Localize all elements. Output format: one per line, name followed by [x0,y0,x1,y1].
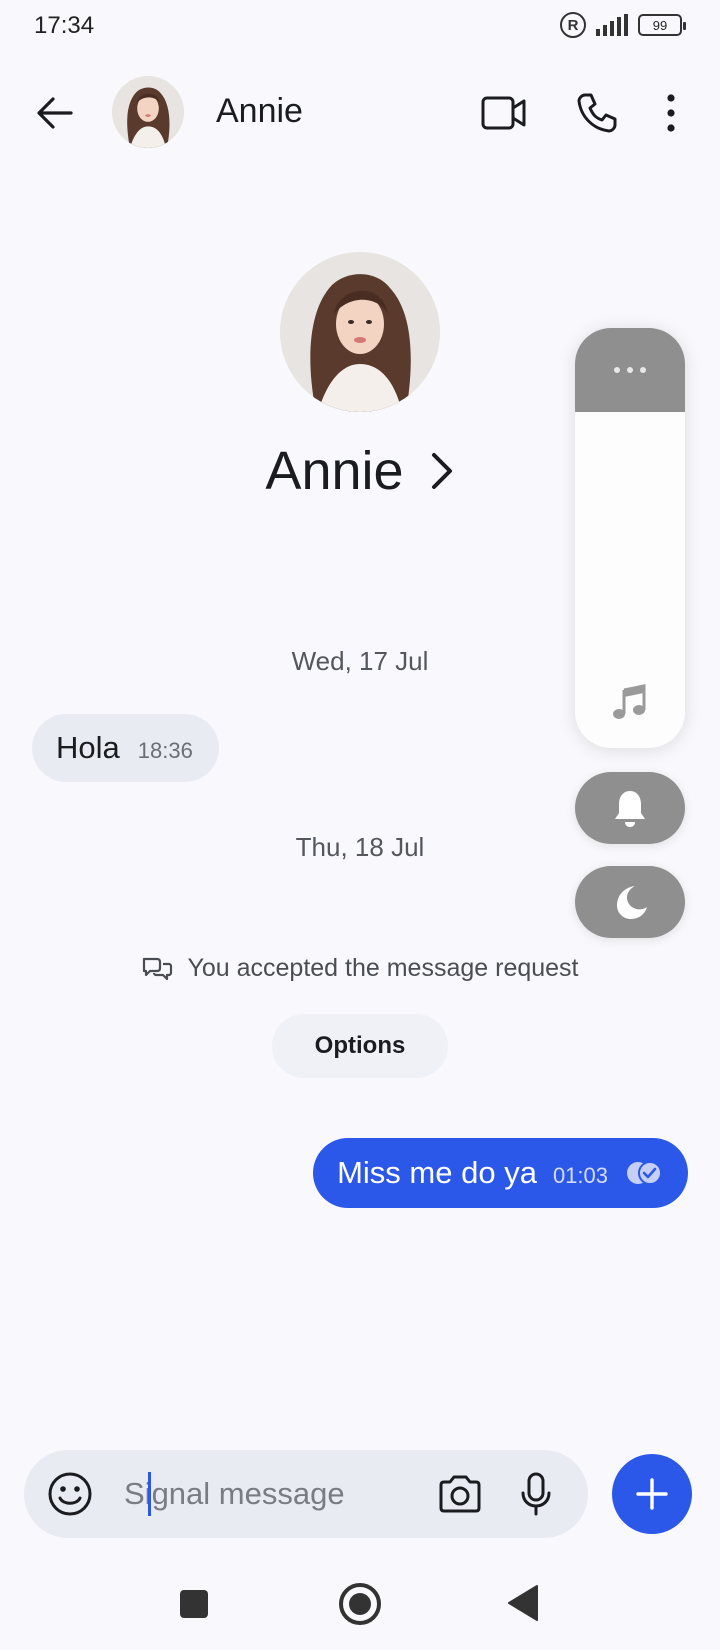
video-camera-icon [481,96,526,130]
emoji-icon [48,1472,92,1516]
volume-panel-header[interactable] [575,328,685,412]
bell-icon [615,791,645,827]
phone-icon [577,93,617,133]
outgoing-message-bubble[interactable]: Miss me do ya 01:03 [313,1138,688,1208]
message-time: 18:36 [137,738,193,763]
options-button[interactable]: Options [272,1014,448,1078]
music-note-icon [613,684,646,719]
video-call-button[interactable] [476,88,532,138]
plus-icon [636,1478,668,1510]
system-notice-text: You accepted the message request [187,954,579,982]
message-time: 01:03 [552,1163,608,1188]
signal-icon [596,14,628,36]
message-text: Miss me do ya [337,1155,537,1190]
moon-icon [617,886,647,919]
square-icon [180,1590,208,1618]
text-cursor [148,1472,151,1516]
more-vertical-icon [667,94,675,132]
camera-button[interactable] [436,1470,484,1518]
triangle-back-icon [508,1585,538,1621]
more-horizontal-icon [614,367,646,373]
emoji-button[interactable] [46,1470,94,1518]
battery-icon: 99 [638,14,686,36]
chevron-right-icon [431,453,452,489]
voice-note-button[interactable] [514,1470,558,1518]
status-time: 17:34 [34,12,95,39]
system-notice: You accepted the message request [0,954,720,983]
chat-bubbles-icon [143,957,173,980]
header-contact-name[interactable]: Annie [216,92,303,131]
contact-avatar[interactable] [112,76,184,148]
ringer-toggle[interactable] [575,772,685,844]
message-text: Hola [56,730,120,765]
more-options-button[interactable] [656,88,686,138]
profile-name: Annie [265,441,404,501]
camera-icon [439,1475,481,1513]
recents-button[interactable] [172,1582,216,1626]
microphone-icon [521,1472,551,1516]
volume-panel[interactable] [575,328,685,748]
registered-icon: R [560,12,586,38]
avatar-photo-icon [112,76,184,148]
voice-call-button[interactable] [572,88,622,138]
back-nav-button[interactable] [500,1580,546,1626]
message-composer [24,1450,588,1538]
battery-level: 99 [652,17,668,33]
system-navigation-bar [0,1568,720,1638]
back-button[interactable] [30,88,80,138]
home-circle-icon [339,1583,381,1625]
status-icons: R 99 [560,12,686,38]
message-input[interactable] [124,1470,444,1518]
arrow-left-icon [37,97,73,129]
attach-button[interactable] [612,1454,692,1534]
incoming-message-bubble[interactable]: Hola 18:36 [32,714,219,782]
do-not-disturb-toggle[interactable] [575,866,685,938]
avatar-photo-icon [280,252,440,412]
delivered-check-icon [627,1161,662,1185]
profile-avatar[interactable] [280,252,440,412]
home-button[interactable] [334,1578,386,1630]
